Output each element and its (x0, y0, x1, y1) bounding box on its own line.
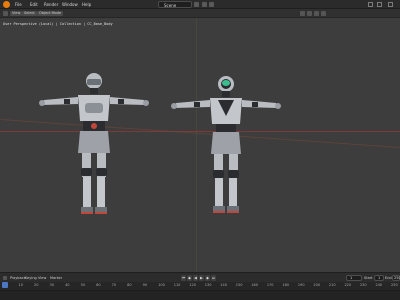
select-menu[interactable]: Select (22, 11, 37, 16)
timeline-tick-label: 240 (375, 283, 383, 287)
blender-logo-icon[interactable] (3, 1, 10, 8)
timeline-tick-label: 30 (49, 283, 55, 287)
shading-material-icon[interactable] (314, 11, 319, 16)
timeline-tick-label: 70 (111, 283, 117, 287)
view-menu-timeline[interactable]: View (38, 276, 46, 280)
timeline-editor-icon[interactable] (3, 276, 7, 280)
top-menu-bar: File Edit Render Window Help Scene (0, 0, 400, 9)
close-icon[interactable] (388, 2, 393, 7)
timeline-tick-label: 250 (391, 283, 398, 287)
shading-rendered-icon[interactable] (321, 11, 326, 16)
timeline-tick-label: 210 (328, 283, 336, 287)
scene-browse-icon[interactable] (194, 2, 199, 7)
play-icon[interactable]: ▶ (199, 275, 204, 281)
timeline-tick-label: 150 (235, 283, 243, 287)
timeline-tick-label: 90 (142, 283, 148, 287)
keying-menu[interactable]: Keying (25, 276, 37, 280)
menu-edit[interactable]: Edit (30, 2, 38, 7)
timeline-tick-label: 140 (220, 283, 227, 287)
playback-menu[interactable]: Playback (10, 276, 26, 280)
timeline-header: Playback Keying View Marker ⏮ ◆ ◀ ▶ ◆ ⏭ … (0, 272, 400, 282)
maximize-icon[interactable] (377, 2, 382, 7)
timeline-tick-label: 80 (127, 283, 132, 287)
shading-wireframe-icon[interactable] (300, 11, 305, 16)
timeline-ruler[interactable]: 0102030405060708090100110120130140150160… (0, 282, 400, 290)
menu-render[interactable]: Render (44, 2, 58, 7)
end-frame-field[interactable]: 250 (392, 275, 400, 281)
timeline-tick-label: 100 (158, 283, 165, 287)
scene-name: Scene (164, 3, 177, 8)
robot-model-left[interactable] (38, 73, 150, 223)
timeline-tick-label: 170 (266, 283, 274, 287)
timeline-tick-label: 180 (282, 283, 290, 287)
play-reverse-icon[interactable]: ◀ (193, 275, 198, 281)
jump-keyframe-back-icon[interactable]: ◆ (187, 275, 192, 281)
timeline-tick-label: 110 (173, 283, 181, 287)
viewport-header: View Select Object Mode (0, 9, 400, 18)
status-bar (0, 290, 400, 300)
delete-scene-icon[interactable] (209, 2, 214, 7)
timeline-tick-label: 160 (251, 283, 258, 287)
mode-dropdown[interactable]: Object Mode (37, 11, 64, 16)
start-label: Start (364, 276, 373, 280)
playhead[interactable] (2, 282, 8, 288)
shading-solid-icon[interactable] (307, 11, 312, 16)
start-frame-field[interactable]: 1 (374, 275, 384, 281)
timeline-tick-label: 130 (204, 283, 212, 287)
end-label: End (385, 276, 392, 280)
timeline-tick-label: 40 (65, 283, 70, 287)
timeline-tick-label: 10 (18, 283, 23, 287)
jump-keyframe-forward-icon[interactable]: ◆ (205, 275, 210, 281)
robot-model-right[interactable] (170, 76, 282, 224)
timeline-tick-label: 220 (344, 283, 352, 287)
menu-window[interactable]: Window (62, 2, 78, 7)
viewport-info-text: User Perspective (Local) | Collection | … (3, 22, 113, 26)
timeline-tick-label: 200 (313, 283, 321, 287)
timeline-tick-label: 230 (359, 283, 367, 287)
current-frame-field[interactable]: 1 (346, 275, 362, 281)
timeline-tick-label: 50 (80, 283, 86, 287)
jump-start-icon[interactable]: ⏮ (181, 275, 186, 281)
timeline-tick-label: 190 (297, 283, 305, 287)
timeline-tick-label: 60 (96, 283, 101, 287)
new-scene-icon[interactable] (202, 2, 207, 7)
editor-type-icon[interactable] (3, 11, 8, 16)
timeline-tick-label: 20 (34, 283, 39, 287)
menu-file[interactable]: File (15, 2, 22, 7)
view-menu[interactable]: View (10, 11, 23, 16)
3d-viewport[interactable] (0, 18, 400, 272)
timeline-tick-label: 120 (189, 283, 196, 287)
jump-end-icon[interactable]: ⏭ (211, 275, 216, 281)
minimize-icon[interactable] (368, 2, 373, 7)
scene-selector[interactable]: Scene (158, 1, 192, 8)
marker-menu[interactable]: Marker (50, 276, 62, 280)
menu-help[interactable]: Help (82, 2, 91, 7)
